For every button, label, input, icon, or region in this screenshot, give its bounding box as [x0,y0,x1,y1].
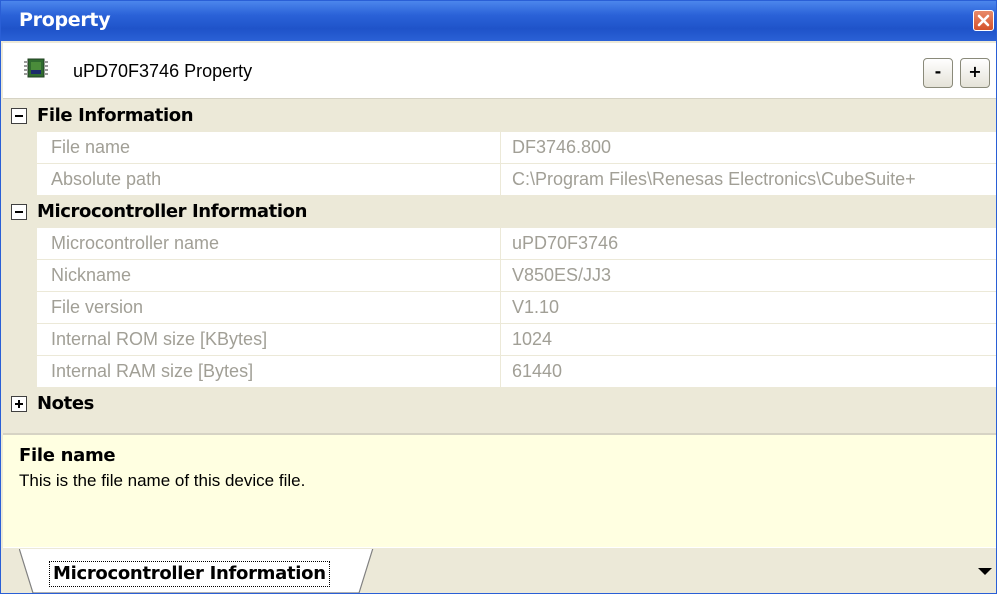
category-notes[interactable]: Notes [3,388,996,426]
dropdown-arrow-icon[interactable] [978,568,992,575]
close-button[interactable] [973,10,994,31]
property-value: uPD70F3746 [512,233,619,253]
property-header: uPD70F3746 Property - + [3,43,996,99]
category-label: File Information [37,105,194,126]
property-name: Internal ROM size [KBytes] [51,329,268,349]
property-value: DF3746.800 [512,137,612,157]
description-text: This is the file name of this device fil… [19,471,306,490]
category-label: Notes [37,393,94,414]
tab-microcontroller-information[interactable]: Microcontroller Information [19,548,379,593]
property-name: Absolute path [51,169,162,189]
category-label: Microcontroller Information [37,201,308,222]
property-value: V850ES/JJ3 [512,265,612,285]
microcontroller-chip-icon [24,58,48,78]
property-row-file-name[interactable]: File name DF3746.800 [3,132,996,164]
category-file-information[interactable]: File Information [3,100,996,132]
window-title: Property [19,9,111,31]
expand-toggle-icon[interactable] [11,396,27,412]
category-microcontroller-information[interactable]: Microcontroller Information [3,196,996,228]
property-row-internal-rom-size[interactable]: Internal ROM size [KBytes] 1024 [3,324,996,356]
close-icon [977,14,990,27]
property-grid: File Information File name DF3746.800 Ab… [3,100,996,426]
property-name: Microcontroller name [51,233,220,253]
property-row-internal-ram-size[interactable]: Internal RAM size [Bytes] 61440 [3,356,996,388]
expand-all-button[interactable]: + [960,58,990,88]
property-value: C:\Program Files\Renesas Electronics\Cub… [512,169,916,189]
property-row-nickname[interactable]: Nickname V850ES/JJ3 [3,260,996,292]
property-window: Property uPD70F3746 Property - + File In… [0,0,997,594]
collapse-toggle-icon[interactable] [11,204,27,220]
property-name: File version [51,297,144,317]
collapse-all-button[interactable]: - [923,58,953,88]
property-name: Internal RAM size [Bytes] [51,361,254,381]
property-value: V1.10 [512,297,560,317]
property-name: Nickname [51,265,132,285]
tab-strip: Microcontroller Information [3,547,996,593]
tab-label: Microcontroller Information [49,561,330,587]
property-row-microcontroller-name[interactable]: Microcontroller name uPD70F3746 [3,228,996,260]
property-row-absolute-path[interactable]: Absolute path C:\Program Files\Renesas E… [3,164,996,196]
description-pane: File name This is the file name of this … [3,433,996,547]
collapse-toggle-icon[interactable] [11,108,27,124]
property-title: uPD70F3746 Property [73,61,253,81]
title-bar[interactable]: Property [1,1,996,41]
property-value: 1024 [512,329,553,349]
property-value: 61440 [512,361,563,381]
property-name: File name [51,137,131,157]
description-title: File name [19,445,116,466]
property-row-file-version[interactable]: File version V1.10 [3,292,996,324]
